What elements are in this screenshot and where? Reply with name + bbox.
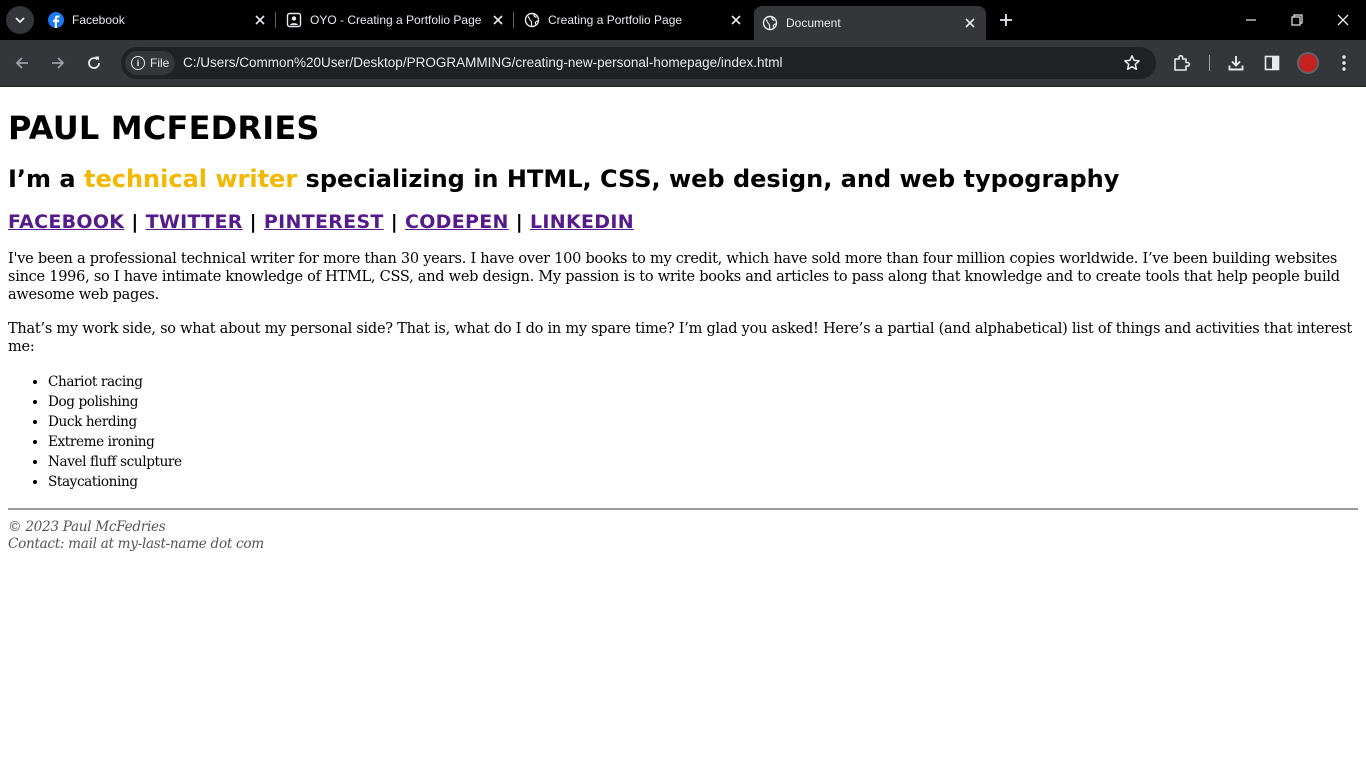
tab-creating-portfolio[interactable]: Creating a Portfolio Page: [524, 6, 744, 34]
minimize-icon: [1246, 19, 1256, 21]
profile-avatar[interactable]: [1297, 52, 1319, 74]
social-links: FACEBOOK | TWITTER | PINTEREST | CODEPEN | LINKE…: [8, 210, 1358, 234]
tagline-highlight: technical writer: [83, 165, 298, 193]
new-tab-button[interactable]: [994, 8, 1018, 32]
chevron-down-icon: [15, 17, 25, 24]
list-item: Duck herding: [48, 412, 1358, 432]
tab-title: Creating a Portfolio Page: [548, 13, 683, 27]
tab-facebook[interactable]: Facebook: [48, 6, 268, 34]
toolbar-divider: [1209, 55, 1210, 71]
link-separator: |: [390, 211, 398, 233]
restore-icon: [1291, 14, 1303, 26]
forward-button[interactable]: [44, 49, 72, 77]
info-icon: i: [131, 56, 145, 70]
tagline-suffix: specializing in HTML, CSS, web design, a…: [297, 165, 1120, 193]
twitter-link[interactable]: TWITTER: [146, 211, 243, 233]
bio-paragraph: I've been a professional technical write…: [8, 251, 1340, 303]
footer-divider: [8, 508, 1358, 510]
tagline-prefix: I’m a: [8, 165, 84, 193]
site-info-chip[interactable]: i File: [125, 51, 175, 75]
tab-document[interactable]: Document: [754, 6, 986, 40]
list-item: Extreme ironing: [48, 432, 1358, 452]
tab-strip: Facebook OYO - Creating a Portfolio Page…: [0, 0, 1366, 40]
link-separator: |: [131, 211, 139, 233]
arrow-right-icon: [52, 57, 65, 69]
facebook-link[interactable]: FACEBOOK: [8, 211, 124, 233]
extensions-puzzle-icon[interactable]: [1170, 51, 1194, 75]
globe-icon: [762, 15, 778, 31]
list-item: Dog polishing: [48, 392, 1358, 412]
close-icon[interactable]: [728, 12, 744, 28]
address-bar[interactable]: i File C:/Users/Common%20User/Desktop/PR…: [121, 47, 1156, 79]
footer-contact: Contact: mail at my-last-name dot com: [8, 536, 264, 552]
tab-title: OYO - Creating a Portfolio Page: [310, 13, 482, 27]
list-item: Staycationing: [48, 472, 1358, 492]
facebook-icon: [48, 12, 64, 28]
link-separator: |: [515, 211, 523, 233]
globe-icon: [524, 12, 540, 28]
download-icon[interactable]: [1224, 51, 1248, 75]
tab-oyo-portfolio[interactable]: OYO - Creating a Portfolio Page: [286, 6, 506, 34]
tab-divider: [513, 12, 514, 28]
list-item: Navel fluff sculpture: [48, 452, 1358, 472]
reload-icon: [88, 56, 100, 69]
minimize-button[interactable]: [1228, 0, 1274, 40]
footer-copyright: © 2023 Paul McFedries: [8, 519, 166, 535]
link-separator: |: [249, 211, 257, 233]
side-panel-icon[interactable]: [1260, 51, 1284, 75]
interests-list: Chariot racing Dog polishing Duck herdin…: [8, 372, 1358, 492]
bookmark-star-icon[interactable]: [1122, 53, 1142, 73]
tagline: I’m a technical writer specializing in H…: [8, 164, 1358, 194]
portrait-icon: [286, 12, 302, 28]
arrow-left-icon: [15, 57, 28, 69]
list-item: Chariot racing: [48, 372, 1358, 392]
back-button[interactable]: [8, 49, 36, 77]
close-icon[interactable]: [490, 12, 506, 28]
window-close-button[interactable]: [1320, 0, 1366, 40]
tab-title: Facebook: [72, 13, 125, 27]
url-text[interactable]: C:/Users/Common%20User/Desktop/PROGRAMMI…: [183, 55, 782, 70]
tab-title: Document: [786, 16, 841, 30]
reload-button[interactable]: [80, 49, 108, 77]
personal-paragraph: That’s my work side, so what about my pe…: [8, 321, 1352, 355]
linkedin-link[interactable]: LINKEDIN: [530, 211, 634, 233]
tab-search-button[interactable]: [6, 6, 34, 34]
site-chip-label: File: [150, 56, 170, 70]
pinterest-link[interactable]: PINTEREST: [264, 211, 384, 233]
page-title: PAUL MCFEDRIES: [8, 109, 320, 147]
browser-toolbar: i File C:/Users/Common%20User/Desktop/PR…: [0, 40, 1366, 86]
close-icon: [1337, 14, 1349, 26]
plus-icon: [1000, 14, 1012, 26]
restore-button[interactable]: [1274, 0, 1320, 40]
page-content: PAUL MCFEDRIES I’m a technical writer sp…: [0, 87, 1366, 768]
more-menu-icon[interactable]: [1332, 51, 1356, 75]
close-icon[interactable]: [962, 15, 978, 31]
tab-divider: [275, 12, 276, 28]
close-icon[interactable]: [252, 12, 268, 28]
codepen-link[interactable]: CODEPEN: [405, 211, 509, 233]
page-footer: © 2023 Paul McFedries Contact: mail at m…: [8, 519, 1358, 553]
